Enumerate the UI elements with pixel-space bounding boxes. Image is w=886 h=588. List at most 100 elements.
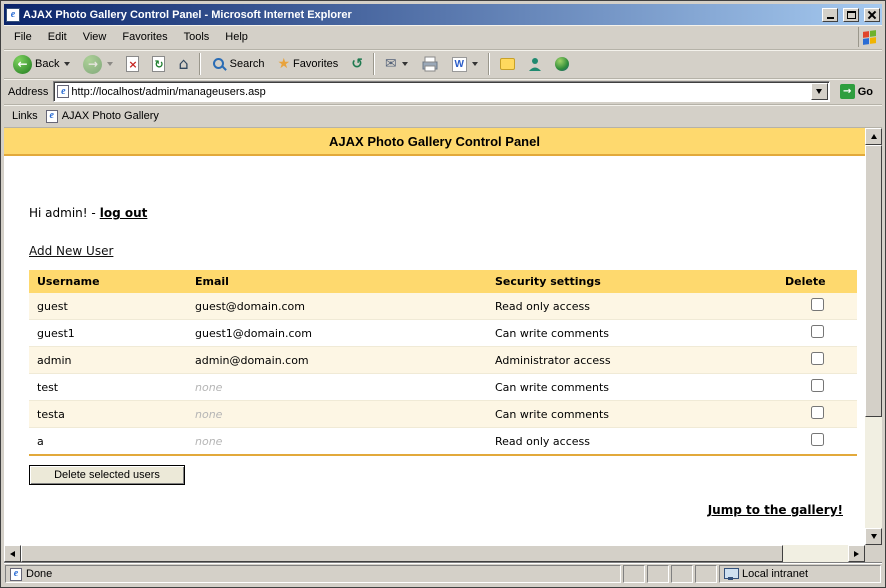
delete-selected-users-button[interactable]: Delete selected users: [29, 465, 185, 485]
edit-dropdown-icon[interactable]: [472, 62, 478, 66]
search-button[interactable]: Search: [205, 53, 271, 75]
menu-file[interactable]: File: [6, 28, 40, 46]
email-cell: admin@domain.com: [187, 347, 487, 374]
logout-link[interactable]: log out: [100, 206, 148, 220]
menu-help[interactable]: Help: [217, 28, 256, 46]
edit-with-word-button[interactable]: W: [446, 54, 484, 75]
delete-cell: [777, 428, 857, 456]
delete-checkbox[interactable]: [811, 352, 824, 365]
add-new-user-link[interactable]: Add New User: [29, 244, 113, 258]
history-button[interactable]: ↺: [345, 54, 369, 74]
links-item-gallery[interactable]: e AJAX Photo Gallery: [46, 110, 159, 123]
favorites-star-icon: ★: [277, 57, 290, 71]
chevron-down-icon: [816, 89, 822, 94]
menu-view[interactable]: View: [75, 28, 115, 46]
header-delete: Delete: [777, 270, 857, 293]
header-email: Email: [187, 270, 487, 293]
close-icon: [868, 11, 876, 19]
delete-checkbox[interactable]: [811, 406, 824, 419]
toolbar-separator: [373, 53, 375, 75]
research-icon: [555, 57, 569, 71]
messenger-icon: [528, 57, 542, 72]
address-dropdown-button[interactable]: [811, 83, 828, 100]
menu-tools[interactable]: Tools: [176, 28, 218, 46]
menu-edit[interactable]: Edit: [40, 28, 75, 46]
email-cell: guest@domain.com: [187, 293, 487, 320]
delete-checkbox[interactable]: [811, 379, 824, 392]
messenger-button[interactable]: [522, 54, 548, 75]
address-box: e: [53, 81, 829, 102]
home-icon: ⌂: [178, 56, 188, 72]
go-button[interactable]: → Go: [835, 82, 878, 101]
delete-cell: [777, 401, 857, 428]
security-zone-text: Local intranet: [742, 568, 808, 580]
table-row: test none Can write comments: [29, 374, 857, 401]
forward-dropdown-icon[interactable]: [107, 62, 113, 66]
discuss-button[interactable]: [494, 55, 521, 73]
scroll-right-button[interactable]: [848, 545, 865, 562]
minimize-button[interactable]: [822, 8, 838, 22]
back-button[interactable]: ← Back: [7, 52, 76, 77]
menu-favorites[interactable]: Favorites: [114, 28, 175, 46]
table-row: testa none Can write comments: [29, 401, 857, 428]
go-icon: →: [840, 84, 855, 99]
header-username: Username: [29, 270, 187, 293]
mail-dropdown-icon[interactable]: [402, 62, 408, 66]
mail-button[interactable]: ✉: [379, 54, 414, 74]
close-button[interactable]: [864, 8, 880, 22]
ie-page-icon: e: [57, 85, 69, 98]
arrow-left-icon: [10, 551, 15, 557]
discuss-icon: [500, 58, 515, 70]
delete-checkbox[interactable]: [811, 433, 824, 446]
security-zone-pane: Local intranet: [719, 565, 881, 583]
links-bar: Links e AJAX Photo Gallery: [4, 105, 882, 128]
status-pane: [671, 565, 693, 583]
scroll-down-button[interactable]: [865, 528, 882, 545]
email-cell: guest1@domain.com: [187, 320, 487, 347]
forward-icon: →: [83, 55, 102, 74]
horizontal-scroll-thumb[interactable]: [21, 545, 783, 562]
table-row: a none Read only access: [29, 428, 857, 456]
links-label: Links: [12, 110, 38, 122]
table-row: admin admin@domain.com Administrator acc…: [29, 347, 857, 374]
favorites-button[interactable]: ★ Favorites: [271, 54, 344, 74]
back-dropdown-icon[interactable]: [64, 62, 70, 66]
stop-button[interactable]: ×: [120, 53, 145, 75]
delete-cell: [777, 320, 857, 347]
refresh-button[interactable]: ↻: [146, 53, 171, 75]
maximize-button[interactable]: [843, 8, 859, 22]
history-icon: ↺: [351, 57, 363, 71]
address-input[interactable]: [69, 86, 810, 98]
jump-to-gallery-link[interactable]: Jump to the gallery!: [29, 503, 843, 517]
username-cell: testa: [29, 401, 187, 428]
forward-button[interactable]: →: [77, 52, 119, 77]
window-title: AJAX Photo Gallery Control Panel - Micro…: [23, 9, 817, 21]
status-pane: [647, 565, 669, 583]
vertical-scrollbar[interactable]: [865, 128, 882, 545]
scroll-up-button[interactable]: [865, 128, 882, 145]
title-bar[interactable]: e AJAX Photo Gallery Control Panel - Mic…: [4, 4, 882, 25]
vertical-scroll-thumb[interactable]: [865, 145, 882, 417]
home-button[interactable]: ⌂: [172, 53, 194, 75]
print-icon: [421, 56, 439, 72]
refresh-icon: ↻: [152, 56, 165, 72]
horizontal-scrollbar[interactable]: [4, 545, 865, 562]
address-bar: Address e → Go: [4, 79, 882, 105]
delete-checkbox[interactable]: [811, 325, 824, 338]
security-cell: Can write comments: [487, 320, 777, 347]
delete-cell: [777, 374, 857, 401]
greeting-text: Hi admin! -: [29, 206, 96, 220]
scroll-left-button[interactable]: [4, 545, 21, 562]
email-cell: none: [187, 428, 487, 456]
print-button[interactable]: [415, 53, 445, 75]
menu-bar: File Edit View Favorites Tools Help: [4, 25, 882, 50]
maximize-icon: [847, 11, 856, 19]
local-intranet-icon: [724, 568, 738, 580]
greeting: Hi admin! - log out: [29, 206, 857, 220]
delete-cell: [777, 293, 857, 320]
back-icon: ←: [13, 55, 32, 74]
status-message-pane: e Done: [5, 565, 621, 583]
arrow-up-icon: [871, 134, 877, 139]
research-button[interactable]: [549, 54, 575, 74]
delete-checkbox[interactable]: [811, 298, 824, 311]
